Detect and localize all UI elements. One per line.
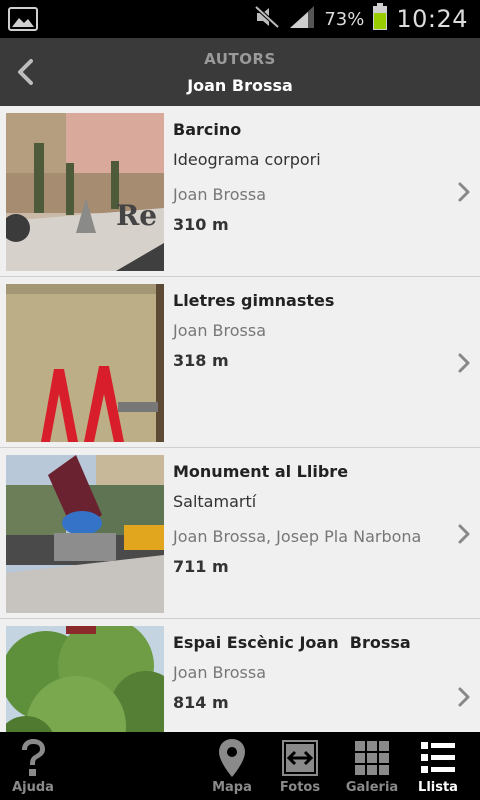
item-title: Lletres gimnastes	[173, 291, 335, 310]
item-author: Joan Brossa	[173, 185, 267, 204]
item-title: Monument al Llibre	[173, 462, 349, 481]
tab-llista[interactable]: Llista	[410, 732, 466, 800]
signal-icon	[288, 4, 316, 34]
item-author: Joan Brossa	[173, 321, 267, 340]
chevron-right-icon	[458, 524, 470, 544]
list-item[interactable]: Monument al Llibre Saltamartí Joan Bross…	[0, 448, 480, 619]
swap-arrows-icon	[282, 736, 318, 780]
item-distance: 711 m	[173, 557, 229, 576]
tab-label: Ajuda	[12, 780, 54, 795]
tab-galeria[interactable]: Galeria	[340, 732, 404, 800]
list-icon	[420, 736, 456, 780]
list-item[interactable]: Espai Escènic Joan Brossa Joan Brossa 81…	[0, 619, 480, 732]
artwork-thumbnail	[6, 455, 164, 613]
status-bar: 73% 10:24	[0, 0, 480, 38]
list-item[interactable]: Re Barcino Ideograma corpori Joan Brossa…	[0, 106, 480, 277]
item-title: Espai Escènic Joan Brossa	[173, 633, 411, 652]
artwork-list: Re Barcino Ideograma corpori Joan Brossa…	[0, 106, 480, 732]
chevron-right-icon	[458, 182, 470, 202]
battery-icon	[372, 3, 388, 35]
tab-ajuda[interactable]: Ajuda	[4, 732, 62, 800]
svg-text:Re: Re	[116, 199, 157, 232]
tab-label: Galeria	[345, 780, 399, 795]
item-distance: 310 m	[173, 215, 229, 234]
mute-icon	[254, 5, 280, 33]
tab-mapa[interactable]: Mapa	[202, 732, 262, 800]
help-icon	[16, 736, 50, 780]
image-icon	[8, 7, 38, 31]
bottom-tab-bar: Ajuda Mapa Fotos Galeria Llista	[0, 732, 480, 800]
header-bar: AUTORS Joan Brossa	[0, 38, 480, 106]
tab-label: Fotos	[279, 780, 321, 795]
artwork-thumbnail	[6, 284, 164, 442]
artwork-thumbnail: Re	[6, 113, 164, 271]
chevron-right-icon	[458, 687, 470, 707]
page-title: Joan Brossa	[187, 76, 293, 95]
clock: 10:24	[396, 5, 468, 33]
map-pin-icon	[218, 736, 246, 780]
chevron-right-icon	[458, 353, 470, 373]
item-title: Barcino	[173, 120, 242, 139]
item-subtitle: Saltamartí	[173, 492, 257, 511]
header-subtitle: AUTORS	[204, 50, 276, 68]
artwork-thumbnail	[6, 626, 164, 732]
tab-fotos[interactable]: Fotos	[270, 732, 330, 800]
battery-percent: 73%	[324, 8, 365, 30]
tab-label: Mapa	[212, 780, 252, 795]
grid-icon	[354, 736, 390, 780]
item-distance: 318 m	[173, 351, 229, 370]
item-distance: 814 m	[173, 693, 229, 712]
list-item[interactable]: Lletres gimnastes Joan Brossa 318 m	[0, 277, 480, 448]
item-subtitle: Ideograma corpori	[173, 150, 321, 169]
item-author: Joan Brossa, Josep Pla Narbona	[173, 527, 422, 546]
tab-label: Llista	[418, 780, 458, 795]
item-author: Joan Brossa	[173, 663, 267, 682]
